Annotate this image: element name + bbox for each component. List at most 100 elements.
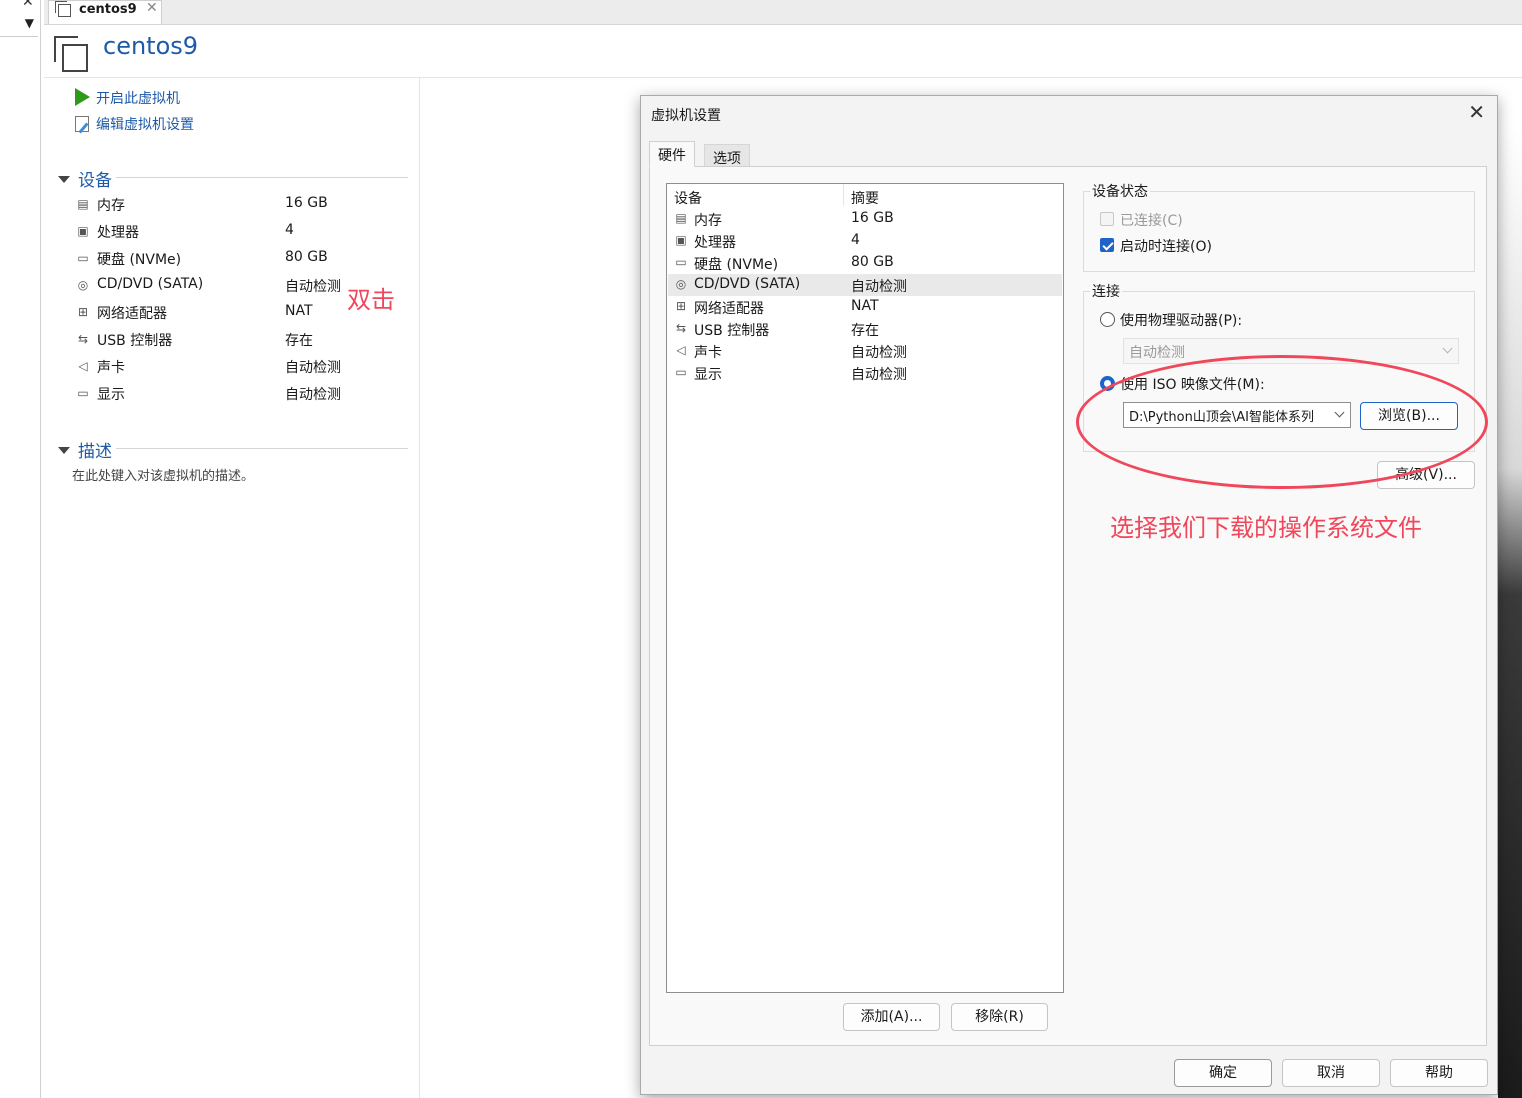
collapse-arrow-icon [58, 447, 70, 454]
annotation-select-iso: 选择我们下载的操作系统文件 [1110, 514, 1422, 542]
device-name: USB 控制器 [97, 333, 173, 349]
devices-section-header[interactable]: 设备 [58, 166, 112, 191]
device-name: 声卡 [97, 360, 125, 376]
tab-options[interactable]: 选项 [704, 144, 750, 167]
hardware-list[interactable]: 设备 摘要 ▤ 内存 16 GB ▣ 处理器 4 ▭ 硬盘 (NVMe) 80 GB ◎ CD/DV… [666, 183, 1064, 993]
network-adapter-icon: ⊞ [77, 305, 89, 319]
display-icon: ▭ [77, 386, 89, 400]
network-adapter-icon: ⊞ [675, 299, 687, 313]
hardware-name: 显示 [694, 367, 722, 383]
hardware-name: 声卡 [694, 345, 722, 361]
memory-icon: ▤ [77, 197, 89, 211]
device-row[interactable]: ▣ 处理器 4 [74, 221, 414, 245]
device-row[interactable]: ▭ 硬盘 (NVMe) 80 GB [74, 248, 414, 272]
vm-tab-icon [55, 1, 71, 17]
annotation-double-click: 双击 [347, 286, 395, 314]
edit-settings-link[interactable]: 编辑虚拟机设置 [75, 114, 194, 134]
hardware-row[interactable]: ⇆ USB 控制器 存在 [668, 318, 1062, 340]
hard-disk-icon: ▭ [77, 251, 89, 265]
device-value: NAT [285, 303, 313, 319]
processor-icon: ▣ [77, 224, 89, 238]
device-row[interactable]: ▭ 显示 自动检测 [74, 383, 414, 407]
add-button[interactable]: 添加(A)... [843, 1003, 940, 1031]
connect-on-power-on-checkbox[interactable] [1100, 238, 1114, 252]
power-on-link[interactable]: 开启此虚拟机 [75, 88, 180, 108]
connection-title: 连接 [1090, 281, 1122, 301]
device-value: 自动检测 [285, 279, 341, 295]
divider [116, 448, 408, 449]
edit-settings-icon [75, 116, 89, 132]
remove-button[interactable]: 移除(R) [951, 1003, 1048, 1031]
hardware-summary: NAT [851, 298, 879, 314]
device-name: 网络适配器 [97, 306, 167, 322]
device-name: 硬盘 (NVMe) [97, 252, 182, 268]
device-name: 内存 [97, 198, 125, 214]
connected-checkbox[interactable] [1100, 212, 1114, 226]
hard-disk-icon: ▭ [675, 255, 687, 269]
ok-button[interactable]: 确定 [1174, 1059, 1272, 1087]
column-header-device[interactable]: 设备 [674, 188, 702, 208]
physical-drive-value: 自动检测 [1129, 345, 1185, 361]
device-name: 显示 [97, 387, 125, 403]
divider [116, 177, 408, 178]
device-row[interactable]: ◁ 声卡 自动检测 [74, 356, 414, 380]
hardware-summary: 80 GB [851, 254, 894, 270]
advanced-button[interactable]: 高级(V)... [1377, 461, 1475, 489]
chevron-down-icon [1334, 407, 1345, 418]
background-window-edge [1498, 130, 1522, 1098]
hardware-row[interactable]: ◁ 声卡 自动检测 [668, 340, 1062, 362]
iso-image-label: 使用 ISO 映像文件(M): [1120, 377, 1265, 393]
hardware-name: 内存 [694, 213, 722, 229]
hardware-name: USB 控制器 [694, 323, 770, 339]
iso-image-radio[interactable] [1100, 376, 1115, 391]
display-icon: ▭ [675, 365, 687, 379]
cancel-button[interactable]: 取消 [1282, 1059, 1380, 1087]
vm-icon [54, 36, 88, 72]
browse-button[interactable]: 浏览(B)... [1360, 402, 1458, 430]
device-value: 16 GB [285, 195, 328, 211]
hardware-summary: 16 GB [851, 210, 894, 226]
device-name: CD/DVD (SATA) [97, 276, 204, 292]
device-row[interactable]: ⇆ USB 控制器 存在 [74, 329, 414, 353]
iso-path-value: D:\Python山顶会\AI智能体系列 [1129, 410, 1314, 425]
hardware-name: 处理器 [694, 235, 736, 251]
description-section-title: 描述 [78, 442, 112, 462]
hardware-row[interactable]: ▭ 显示 自动检测 [668, 362, 1062, 384]
description-section-header[interactable]: 描述 [58, 437, 112, 462]
processor-icon: ▣ [675, 233, 687, 247]
sound-card-icon: ◁ [676, 343, 686, 357]
description-placeholder[interactable]: 在此处键入对该虚拟机的描述。 [72, 465, 254, 484]
physical-drive-select[interactable]: 自动检测 [1123, 338, 1459, 364]
usb-icon: ⇆ [77, 332, 89, 346]
edit-settings-label: 编辑虚拟机设置 [96, 117, 194, 133]
device-row[interactable]: ▤ 内存 16 GB [74, 194, 414, 218]
usb-icon: ⇆ [675, 321, 687, 335]
device-value: 80 GB [285, 249, 328, 265]
close-icon[interactable]: ✕ [22, 0, 34, 10]
hardware-row[interactable]: ◎ CD/DVD (SATA) 自动检测 [668, 274, 1062, 296]
hardware-row[interactable]: ⊞ 网络适配器 NAT [668, 296, 1062, 318]
iso-path-combo[interactable]: D:\Python山顶会\AI智能体系列 [1123, 402, 1351, 428]
physical-drive-radio[interactable] [1100, 312, 1115, 327]
hardware-summary: 存在 [851, 323, 879, 339]
tab-hardware[interactable]: 硬件 [649, 141, 695, 167]
device-value: 4 [285, 222, 294, 238]
cd-dvd-icon: ◎ [77, 278, 89, 292]
left-dropdown[interactable]: ▼ [0, 14, 38, 37]
connected-label: 已连接(C) [1120, 213, 1183, 229]
hardware-summary: 自动检测 [851, 367, 907, 383]
hardware-row[interactable]: ▤ 内存 16 GB [668, 208, 1062, 230]
hardware-row[interactable]: ▣ 处理器 4 [668, 230, 1062, 252]
device-value: 自动检测 [285, 360, 341, 376]
dialog-close-icon[interactable]: ✕ [1468, 100, 1485, 124]
device-name: 处理器 [97, 225, 139, 241]
tab-close-icon[interactable]: ✕ [146, 0, 158, 16]
help-button[interactable]: 帮助 [1390, 1059, 1488, 1087]
device-value: 自动检测 [285, 387, 341, 403]
column-header-summary[interactable]: 摘要 [851, 188, 879, 208]
hardware-name: 硬盘 (NVMe) [694, 257, 779, 273]
hardware-row[interactable]: ▭ 硬盘 (NVMe) 80 GB [668, 252, 1062, 274]
tab-centos9[interactable]: centos9 ✕ [48, 0, 162, 24]
dropdown-arrow-icon: ▼ [24, 16, 34, 30]
sound-card-icon: ◁ [78, 359, 88, 373]
